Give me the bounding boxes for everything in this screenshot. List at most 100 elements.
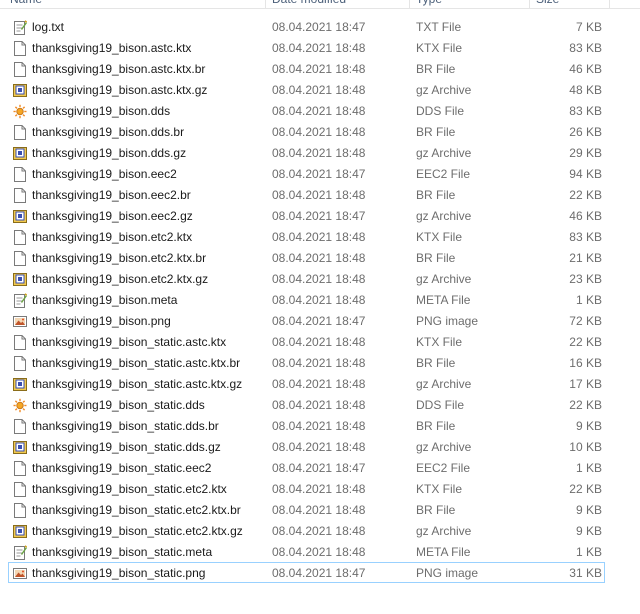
file-size: 10 KB: [569, 440, 602, 454]
file-size: 22 KB: [569, 335, 602, 349]
file-row[interactable]: thanksgiving19_bison.etc2.ktx.gz 08.04.2…: [8, 268, 605, 289]
file-row[interactable]: thanksgiving19_bison_static.etc2.ktx 08.…: [8, 478, 605, 499]
file-row[interactable]: thanksgiving19_bison_static.astc.ktx 08.…: [8, 331, 605, 352]
column-header-date-modified[interactable]: Date modified: [266, 0, 410, 8]
file-name: thanksgiving19_bison.astc.ktx.gz: [32, 83, 208, 97]
file-type: PNG image: [416, 314, 479, 328]
dds-file-icon: [13, 104, 27, 119]
file-size: 22 KB: [569, 188, 602, 202]
file-type: gz Archive: [416, 272, 472, 286]
file-type: BR File: [416, 188, 456, 202]
file-date-modified: 08.04.2021 18:47: [272, 209, 366, 223]
file-size: 83 KB: [569, 104, 602, 118]
file-date-modified: 08.04.2021 18:48: [272, 272, 366, 286]
file-size: 21 KB: [569, 251, 602, 265]
file-type: META File: [416, 293, 471, 307]
file-type: BR File: [416, 503, 456, 517]
blank-file-icon: [13, 62, 27, 77]
file-date-modified: 08.04.2021 18:48: [272, 524, 366, 538]
file-type: gz Archive: [416, 146, 472, 160]
archive-file-icon: [13, 377, 27, 392]
blank-file-icon: [13, 419, 27, 434]
file-name: thanksgiving19_bison_static.astc.ktx: [32, 335, 227, 349]
file-row[interactable]: thanksgiving19_bison.etc2.ktx 08.04.2021…: [8, 226, 605, 247]
file-type: BR File: [416, 62, 456, 76]
file-date-modified: 08.04.2021 18:48: [272, 482, 366, 496]
column-header-size[interactable]: Size: [530, 0, 610, 8]
file-date-modified: 08.04.2021 18:47: [272, 314, 366, 328]
file-name: thanksgiving19_bison.astc.ktx: [32, 41, 192, 55]
file-row[interactable]: thanksgiving19_bison.astc.ktx.br 08.04.2…: [8, 58, 605, 79]
file-name: thanksgiving19_bison.dds.gz: [32, 146, 187, 160]
file-date-modified: 08.04.2021 18:48: [272, 83, 366, 97]
file-row[interactable]: thanksgiving19_bison_static.astc.ktx.br …: [8, 352, 605, 373]
file-row[interactable]: thanksgiving19_bison.astc.ktx.gz 08.04.2…: [8, 79, 605, 100]
file-type: gz Archive: [416, 440, 472, 454]
file-row[interactable]: thanksgiving19_bison.astc.ktx 08.04.2021…: [8, 37, 605, 58]
file-row[interactable]: thanksgiving19_bison_static.dds.gz 08.04…: [8, 436, 605, 457]
file-type: BR File: [416, 251, 456, 265]
file-row[interactable]: log.txt 08.04.2021 18:47 TXT File 7 KB: [8, 16, 605, 37]
file-row[interactable]: thanksgiving19_bison.etc2.ktx.br 08.04.2…: [8, 247, 605, 268]
file-row[interactable]: thanksgiving19_bison.dds.br 08.04.2021 1…: [8, 121, 605, 142]
text-file-icon: [13, 20, 27, 35]
file-size: 31 KB: [569, 566, 602, 580]
file-type: KTX File: [416, 335, 463, 349]
file-row[interactable]: thanksgiving19_bison_static.etc2.ktx.br …: [8, 499, 605, 520]
file-type: EEC2 File: [416, 461, 471, 475]
file-list: log.txt 08.04.2021 18:47 TXT File 7 KB t…: [0, 16, 640, 583]
file-type: gz Archive: [416, 377, 472, 391]
blank-file-icon: [13, 461, 27, 476]
file-type: KTX File: [416, 482, 463, 496]
file-date-modified: 08.04.2021 18:48: [272, 356, 366, 370]
column-header-type[interactable]: Type: [410, 0, 530, 8]
file-row[interactable]: thanksgiving19_bison.dds 08.04.2021 18:4…: [8, 100, 605, 121]
blank-file-icon: [13, 188, 27, 203]
file-row[interactable]: thanksgiving19_bison_static.eec2 08.04.2…: [8, 457, 605, 478]
file-name: thanksgiving19_bison_static.png: [32, 566, 206, 580]
file-size: 46 KB: [569, 209, 602, 223]
file-row[interactable]: thanksgiving19_bison_static.astc.ktx.gz …: [8, 373, 605, 394]
image-file-icon: [13, 314, 27, 329]
file-row[interactable]: thanksgiving19_bison.eec2.br 08.04.2021 …: [8, 184, 605, 205]
file-type: gz Archive: [416, 524, 472, 538]
archive-file-icon: [13, 209, 27, 224]
blank-file-icon: [13, 125, 27, 140]
blank-file-icon: [13, 251, 27, 266]
file-row[interactable]: thanksgiving19_bison_static.etc2.ktx.gz …: [8, 520, 605, 541]
archive-file-icon: [13, 524, 27, 539]
column-header-name[interactable]: Name: [0, 0, 266, 8]
file-date-modified: 08.04.2021 18:48: [272, 377, 366, 391]
file-name: thanksgiving19_bison.etc2.ktx.gz: [32, 272, 209, 286]
file-name: thanksgiving19_bison_static.eec2: [32, 461, 212, 475]
file-row[interactable]: thanksgiving19_bison_static.meta 08.04.2…: [8, 541, 605, 562]
file-row[interactable]: thanksgiving19_bison_static.png 08.04.20…: [8, 562, 605, 583]
file-date-modified: 08.04.2021 18:48: [272, 146, 366, 160]
archive-file-icon: [13, 83, 27, 98]
file-size: 46 KB: [569, 62, 602, 76]
file-name: thanksgiving19_bison_static.etc2.ktx.br: [32, 503, 241, 517]
file-type: TXT File: [416, 20, 462, 34]
file-name: thanksgiving19_bison.dds.br: [32, 125, 185, 139]
file-name: thanksgiving19_bison.eec2: [32, 167, 177, 181]
file-date-modified: 08.04.2021 18:48: [272, 440, 366, 454]
blank-file-icon: [13, 230, 27, 245]
file-date-modified: 08.04.2021 18:48: [272, 41, 366, 55]
file-type: PNG image: [416, 566, 479, 580]
file-row[interactable]: thanksgiving19_bison.dds.gz 08.04.2021 1…: [8, 142, 605, 163]
file-name: thanksgiving19_bison.eec2.br: [32, 188, 191, 202]
file-row[interactable]: thanksgiving19_bison.eec2 08.04.2021 18:…: [8, 163, 605, 184]
file-date-modified: 08.04.2021 18:47: [272, 167, 366, 181]
file-row[interactable]: thanksgiving19_bison.png 08.04.2021 18:4…: [8, 310, 605, 331]
file-row[interactable]: thanksgiving19_bison.eec2.gz 08.04.2021 …: [8, 205, 605, 226]
file-name: log.txt: [32, 20, 65, 34]
file-name: thanksgiving19_bison_static.dds.gz: [32, 440, 221, 454]
file-size: 22 KB: [569, 398, 602, 412]
file-name: thanksgiving19_bison.astc.ktx.br: [32, 62, 206, 76]
blank-file-icon: [13, 482, 27, 497]
file-row[interactable]: thanksgiving19_bison.meta 08.04.2021 18:…: [8, 289, 605, 310]
archive-file-icon: [13, 272, 27, 287]
file-row[interactable]: thanksgiving19_bison_static.dds.br 08.04…: [8, 415, 605, 436]
file-type: gz Archive: [416, 83, 472, 97]
file-row[interactable]: thanksgiving19_bison_static.dds 08.04.20…: [8, 394, 605, 415]
